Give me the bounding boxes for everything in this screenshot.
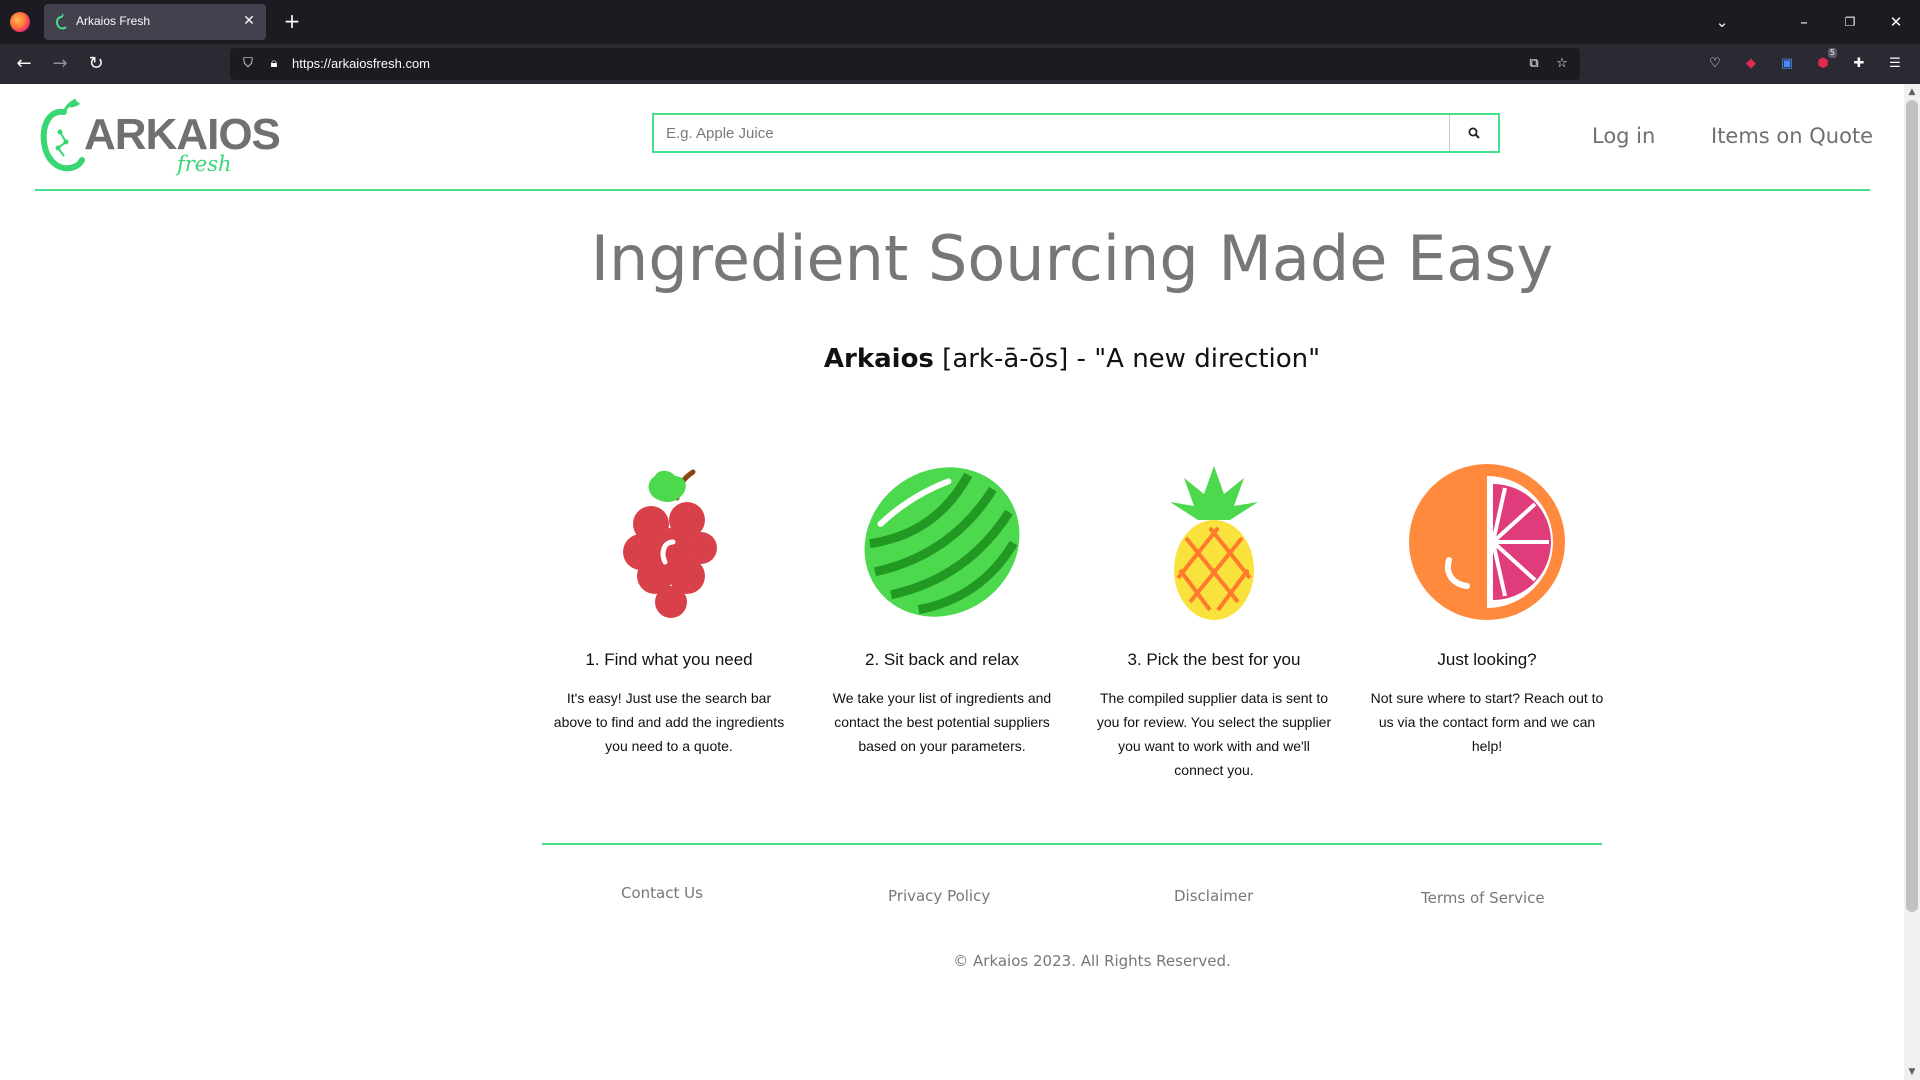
footer-divider [542,843,1602,845]
extensions-puzzle-icon[interactable]: ✚ [1849,54,1869,74]
pineapple-icon [1170,466,1258,620]
step-title: Just looking? [1437,650,1537,669]
orange-slice-icon [1409,464,1565,620]
lock-icon[interactable]: 🔒︎ [266,56,282,72]
translate-extension-icon[interactable]: ▣ [1777,54,1797,74]
translate-icon[interactable]: ⧉ [1526,56,1542,72]
step-title: 1. Find what you need [585,650,753,669]
list-all-tabs-icon[interactable]: ⌄ [1712,12,1732,32]
reload-icon[interactable]: ↻ [84,52,108,76]
forward-icon[interactable]: → [48,52,72,76]
step-title: 3. Pick the best for you [1127,650,1301,669]
scrollbar-thumb[interactable] [1906,100,1918,912]
terms-of-service-link[interactable]: Terms of Service [1421,889,1545,907]
search-icon [1468,127,1480,139]
step-description: We take your list of ingredients and con… [832,690,1052,754]
web-page: ARKAIOS fresh Log in Items on Quote Ingr… [0,84,1904,1080]
step-title: 2. Sit back and relax [864,650,1020,669]
url-bar[interactable]: ⛉ 🔒︎ https://arkaiosfresh.com ⧉ ☆ [230,48,1580,80]
shield-icon[interactable]: ⛉ [240,56,256,72]
tab-title: Arkaios Fresh [76,14,151,28]
pocket-icon[interactable]: ♡ [1705,54,1725,74]
url-text[interactable]: https://arkaiosfresh.com [292,56,430,71]
tagline-brand: Arkaios [823,344,934,374]
search-bar [652,113,1500,153]
browser-tab[interactable]: Arkaios Fresh ✕ [44,4,266,40]
arkaios-favicon-icon [56,14,67,30]
step-description: It's easy! Just use the search bar above… [553,690,785,754]
hero-title: Ingredient Sourcing Made Easy [590,222,1554,295]
step-description: Not sure where to start? Reach out to us… [1370,690,1604,754]
hamburger-menu-icon[interactable]: ☰ [1885,54,1905,74]
minimize-icon[interactable]: – [1794,12,1814,32]
items-on-quote-link[interactable]: Items on Quote [1711,124,1873,148]
step-description: The compiled supplier data is sent to yo… [1096,690,1332,778]
close-window-icon[interactable]: ✕ [1886,12,1906,32]
copyright-text: © Arkaios 2023. All Rights Reserved. [953,952,1231,970]
restore-icon[interactable]: ❐ [1840,12,1860,32]
back-icon[interactable]: ← [12,52,36,76]
logo-fresh-script: fresh [177,152,232,176]
watermelon-icon [864,467,1020,617]
step-card-looking: Just looking? Not sure where to start? R… [1367,462,1607,758]
ublock-icon[interactable]: ⬢ 5 [1813,48,1837,74]
firefox-menu-icon[interactable] [10,12,30,32]
search-input[interactable] [654,115,1452,151]
scroll-down-icon[interactable]: ▼ [1904,1064,1920,1080]
disclaimer-link[interactable]: Disclaimer [1174,887,1253,905]
search-button[interactable] [1449,115,1498,151]
header-divider [35,189,1870,191]
extension-red-icon[interactable]: ◆ [1741,54,1761,74]
new-tab-icon[interactable]: + [280,10,304,34]
contact-us-link[interactable]: Contact Us [621,884,703,902]
bookmark-star-icon[interactable]: ☆ [1554,56,1570,72]
step-card-relax: 2. Sit back and relax We take your list … [822,462,1062,758]
tagline-pronunciation: [ark-ā-ōs] - "A new direction" [933,344,1321,374]
close-tab-icon[interactable]: ✕ [240,12,258,30]
step-card-pick: 3. Pick the best for you The compiled su… [1094,462,1334,782]
grapes-icon [623,469,717,618]
arkaios-logo[interactable]: ARKAIOS fresh [40,98,281,186]
browser-tab-bar: Arkaios Fresh ✕ + ⌄ – ❐ ✕ [0,0,1920,44]
scroll-up-icon[interactable]: ▲ [1904,84,1920,100]
login-link[interactable]: Log in [1592,124,1655,148]
privacy-policy-link[interactable]: Privacy Policy [888,887,990,905]
tagline: Arkaios [ark-ā-ōs] - "A new direction" [540,344,1604,374]
browser-nav-bar: ← → ↻ ⛉ 🔒︎ https://arkaiosfresh.com ⧉ ☆ … [0,44,1920,84]
step-card-find: 1. Find what you need It's easy! Just us… [549,462,789,758]
apple-logo-icon [40,98,85,172]
extension-badge: 5 [1827,48,1837,58]
